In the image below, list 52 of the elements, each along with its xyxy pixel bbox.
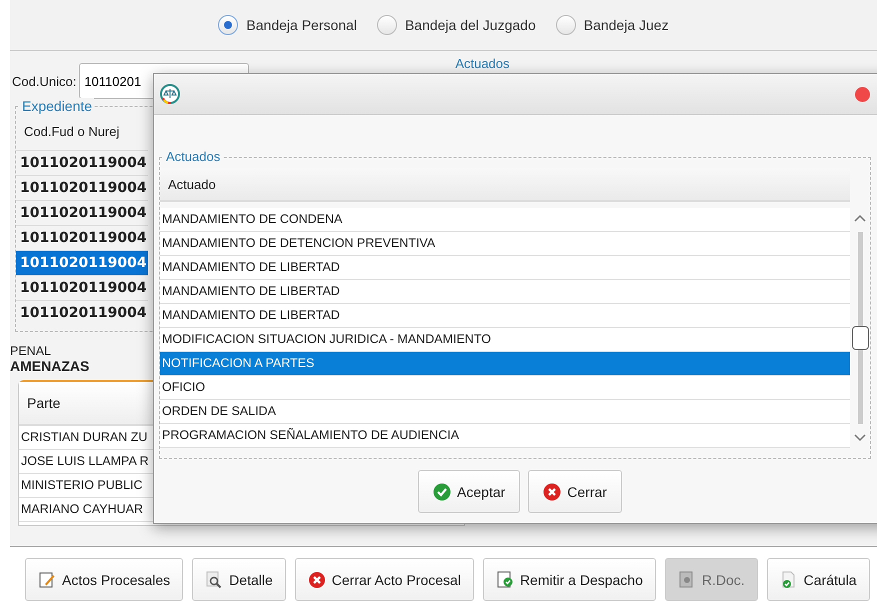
group-legend: Actuados	[455, 56, 510, 70]
radio-button[interactable]	[556, 15, 576, 35]
pencil-icon	[38, 570, 56, 588]
list-row[interactable]: MANDAMIENTO DE CONDENA	[160, 208, 850, 232]
table-row[interactable]: 1011020119004	[16, 175, 148, 200]
chevron-up-icon[interactable]	[854, 214, 866, 222]
list-row[interactable]: MANDAMIENTO DE LIBERTAD	[160, 280, 850, 304]
toolbar-button[interactable]: Actos Procesales	[25, 558, 184, 601]
list-row[interactable]: OFICIO	[160, 376, 850, 400]
list-row[interactable]: MANDAMIENTO DE LIBERTAD	[160, 304, 850, 328]
dialog-button[interactable]: Aceptar	[418, 470, 520, 513]
radio-label[interactable]: Bandeja del Juzgado	[404, 17, 536, 33]
list-row[interactable]: NOTIFICACION A PARTES	[160, 352, 850, 376]
toolbar-button[interactable]: Detalle	[192, 558, 286, 601]
table-row[interactable]: 1011020119004	[16, 200, 148, 225]
column-header[interactable]: Cod.Fud o Nurej	[16, 114, 120, 150]
list-row[interactable]: MANDAMIENTO DE DETENCION PREVENTIVA	[160, 232, 850, 256]
magnifier-icon	[205, 570, 224, 588]
scales-logo-icon	[160, 84, 180, 104]
table-cell: MARIANO CAYHUAR	[21, 502, 144, 516]
radio-button[interactable]	[376, 15, 397, 35]
checkmark-icon	[433, 482, 452, 500]
column-header[interactable]: Parte	[27, 395, 60, 411]
table-row[interactable]: 1011020119004	[16, 250, 148, 275]
dialog-button[interactable]: Cerrar	[528, 470, 622, 513]
toolbar-button[interactable]: Cerrar Acto Procesal	[294, 558, 474, 601]
group-legend: Expediente	[20, 98, 94, 114]
table-row[interactable]: 1011020119004	[16, 275, 148, 300]
table-cell: JOSE LUIS LLAMPA R	[21, 454, 149, 468]
table-cell: MINISTERIO PUBLIC	[21, 478, 143, 492]
group-legend: Actuados	[164, 149, 222, 164]
close-icon	[308, 570, 326, 588]
column-header[interactable]: Actuado	[168, 177, 216, 192]
table-row[interactable]: 1011020119004	[16, 150, 148, 175]
list-row[interactable]: PROGRAMACION SEÑALAMIENTO DE AUDIENCIA	[160, 424, 850, 448]
toolbar-button[interactable]: Remitir a Despacho	[482, 558, 656, 601]
close-icon	[543, 482, 562, 500]
close-icon[interactable]	[855, 86, 870, 102]
table-row[interactable]: 1011020119004	[16, 300, 148, 325]
field-label: Cod.Unico:	[11, 74, 78, 88]
delito-text: AMENAZAS	[10, 358, 90, 374]
list-row[interactable]: ORDEN DE SALIDA	[160, 400, 850, 424]
radio-button[interactable]	[218, 15, 238, 35]
list-row[interactable]: MANDAMIENTO DE LIBERTAD	[160, 256, 850, 280]
materia-text: PENAL	[10, 344, 51, 358]
scrollbar-thumb[interactable]	[852, 326, 868, 350]
toolbar-button[interactable]: Carátula	[766, 558, 870, 601]
chevron-down-icon[interactable]	[854, 434, 866, 442]
document-check-icon	[496, 570, 514, 588]
table-cell: CRISTIAN DURAN ZU	[21, 430, 148, 444]
radio-label[interactable]: Bandeja Juez	[584, 17, 669, 33]
radio-label[interactable]: Bandeja Personal	[246, 17, 357, 33]
